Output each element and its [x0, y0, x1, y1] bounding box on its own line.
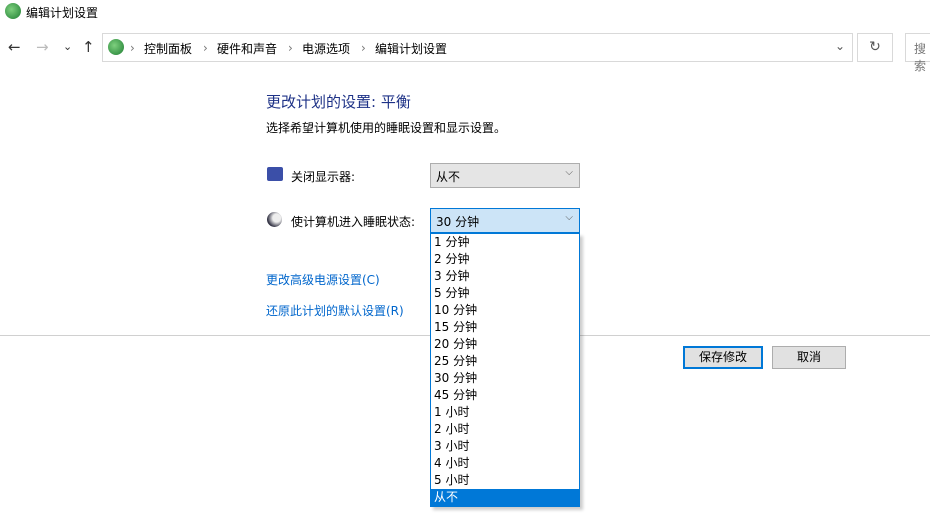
refresh-button[interactable]: ↻ — [857, 33, 893, 62]
recent-locations-button[interactable]: ⌄ — [63, 40, 72, 53]
power-options-icon — [5, 3, 21, 19]
sleep-option[interactable]: 15 分钟 — [431, 319, 579, 336]
breadcrumb-item[interactable]: 编辑计划设置 — [375, 40, 447, 57]
display-off-value: 从不 — [436, 170, 461, 184]
sleep-option[interactable]: 30 分钟 — [431, 370, 579, 387]
sleep-label: 使计算机进入睡眠状态: — [291, 215, 416, 229]
sleep-value: 30 分钟 — [436, 215, 480, 229]
breadcrumb-item[interactable]: 硬件和声音 — [217, 40, 277, 57]
up-button[interactable]: ↑ — [82, 38, 95, 56]
monitor-clock-icon — [267, 167, 283, 181]
advanced-power-settings-link[interactable]: 更改高级电源设置(C) — [266, 271, 380, 288]
save-button[interactable]: 保存修改 — [683, 346, 763, 369]
display-off-select[interactable]: 从不 ⌵ — [430, 163, 580, 188]
page-subtitle: 选择希望计算机使用的睡眠设置和显示设置。 — [266, 121, 507, 135]
sleep-option[interactable]: 1 小时 — [431, 404, 579, 421]
restore-defaults-link[interactable]: 还原此计划的默认设置(R) — [266, 302, 404, 319]
sleep-option[interactable]: 20 分钟 — [431, 336, 579, 353]
breadcrumb-item[interactable]: 电源选项 — [302, 40, 350, 57]
window-title: 编辑计划设置 — [26, 6, 99, 20]
display-off-label: 关闭显示器: — [291, 170, 356, 184]
chevron-down-icon: ⌵ — [565, 167, 573, 178]
sleep-option[interactable]: 5 小时 — [431, 472, 579, 489]
sleep-option[interactable]: 5 分钟 — [431, 285, 579, 302]
cancel-button[interactable]: 取消 — [772, 346, 846, 369]
sleep-option[interactable]: 1 分钟 — [431, 234, 579, 251]
sleep-option[interactable]: 2 小时 — [431, 421, 579, 438]
sleep-option[interactable]: 45 分钟 — [431, 387, 579, 404]
address-history-dropdown[interactable]: ⌄ — [835, 39, 845, 53]
address-bar[interactable]: › 控制面板 › 硬件和声音 › 电源选项 › 编辑计划设置 ⌄ — [102, 33, 853, 62]
sleep-select[interactable]: 30 分钟 ⌵ — [430, 208, 580, 233]
control-panel-icon — [108, 39, 124, 55]
sleep-option[interactable]: 2 分钟 — [431, 251, 579, 268]
search-input[interactable]: 搜索 — [905, 33, 930, 73]
sleep-option[interactable]: 10 分钟 — [431, 302, 579, 319]
sleep-moon-icon — [267, 212, 282, 227]
forward-button[interactable]: → — [36, 38, 49, 56]
breadcrumb-item[interactable]: 控制面板 — [144, 40, 192, 57]
sleep-option[interactable]: 4 小时 — [431, 455, 579, 472]
sleep-option[interactable]: 3 小时 — [431, 438, 579, 455]
page-title: 更改计划的设置: 平衡 — [266, 93, 411, 111]
sleep-options-list[interactable]: 1 分钟 2 分钟 3 分钟 5 分钟 10 分钟 15 分钟 20 分钟 25 分钟 30 分… — [430, 233, 580, 507]
back-button[interactable]: ← — [8, 38, 21, 56]
sleep-option[interactable]: 25 分钟 — [431, 353, 579, 370]
chevron-down-icon: ⌵ — [565, 212, 573, 223]
sleep-option[interactable]: 3 分钟 — [431, 268, 579, 285]
sleep-option[interactable]: 从不 — [431, 489, 579, 506]
